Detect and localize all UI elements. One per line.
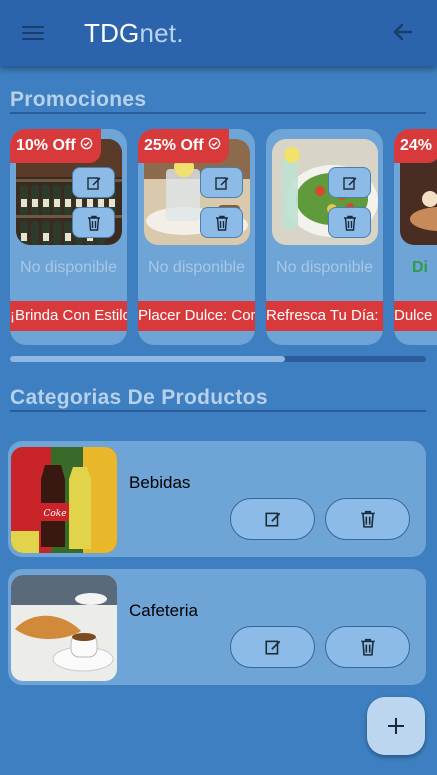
- promo-name: Dulce: [394, 301, 437, 331]
- edit-icon: [264, 640, 280, 655]
- promo-name: Placer Dulce: Combo: [138, 301, 255, 331]
- edit-category-button[interactable]: [230, 626, 315, 668]
- promo-card[interactable]: 10% Off No disponible ¡Brinda Con Estilo…: [10, 129, 127, 345]
- category-image-drinks: Coke: [11, 447, 117, 553]
- promotions-carousel[interactable]: 10% Off No disponible ¡Brinda Con Estilo…: [0, 129, 437, 347]
- categories-divider: [10, 410, 426, 412]
- edit-category-button[interactable]: [230, 498, 315, 540]
- trash-icon: [87, 215, 100, 231]
- menu-icon[interactable]: [22, 26, 44, 40]
- trash-icon: [360, 510, 375, 528]
- discount-badge: 24%: [394, 129, 437, 163]
- category-image-cafeteria: [11, 575, 117, 681]
- svg-text:Coke: Coke: [43, 509, 66, 519]
- discount-badge-label: 10% Off: [16, 137, 76, 154]
- discount-badge-label: 25% Off: [144, 137, 204, 154]
- promo-status: No disponible: [148, 259, 245, 276]
- promo-card[interactable]: 24% Di Dulce: [394, 129, 437, 345]
- category-name: Bebidas: [129, 473, 191, 492]
- delete-promo-button[interactable]: [200, 207, 243, 238]
- app-brand: TDGnet.: [84, 18, 184, 49]
- verified-badge-icon: [208, 137, 221, 155]
- discount-badge: 25% Off: [138, 129, 229, 163]
- category-card[interactable]: Coke Bebidas: [8, 441, 426, 557]
- brand-part-2: net.: [139, 18, 184, 48]
- verified-badge-icon: [80, 137, 93, 155]
- edit-icon: [264, 512, 280, 527]
- promo-card[interactable]: No disponible Refresca Tu Día: Combo: [266, 129, 383, 345]
- carousel-scrollbar-thumb[interactable]: [10, 356, 285, 362]
- promotions-divider: [10, 112, 426, 114]
- edit-icon: [86, 176, 101, 190]
- discount-badge: 10% Off: [10, 129, 101, 163]
- delete-category-button[interactable]: [325, 498, 410, 540]
- edit-promo-button[interactable]: [328, 167, 371, 198]
- add-category-button[interactable]: [367, 697, 425, 755]
- trash-icon: [343, 215, 356, 231]
- plus-icon: [388, 718, 404, 734]
- carousel-scrollbar[interactable]: [10, 356, 426, 362]
- category-card[interactable]: Cafeteria: [8, 569, 426, 685]
- promo-name: Refresca Tu Día: Combo: [266, 301, 383, 331]
- brand-part-1: TDG: [84, 18, 140, 48]
- arrow-back-icon[interactable]: [391, 20, 415, 44]
- promo-status: No disponible: [20, 259, 117, 276]
- trash-icon: [360, 638, 375, 656]
- edit-promo-button[interactable]: [200, 167, 243, 198]
- app-header: TDGnet.: [0, 0, 437, 66]
- delete-promo-button[interactable]: [328, 207, 371, 238]
- promotions-title: Promociones: [10, 88, 147, 111]
- categories-title: Categorias De Productos: [10, 386, 268, 409]
- edit-icon: [342, 176, 357, 190]
- category-name: Cafeteria: [129, 601, 198, 620]
- promo-status: Di: [412, 259, 428, 276]
- discount-badge-label: 24%: [400, 137, 433, 154]
- delete-promo-button[interactable]: [72, 207, 115, 238]
- edit-promo-button[interactable]: [72, 167, 115, 198]
- promo-card[interactable]: 25% Off No disponible Placer Dulce: Comb…: [138, 129, 255, 345]
- delete-category-button[interactable]: [325, 626, 410, 668]
- trash-icon: [215, 215, 228, 231]
- edit-icon: [214, 176, 229, 190]
- promo-status: No disponible: [276, 259, 373, 276]
- promo-name: ¡Brinda Con Estilo!: [10, 301, 127, 331]
